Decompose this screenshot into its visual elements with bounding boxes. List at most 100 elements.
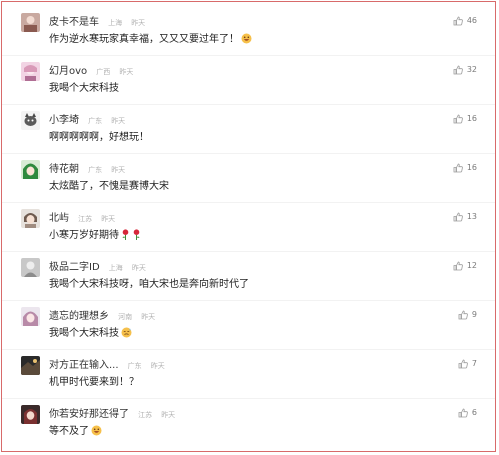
like-count: 32 [466,65,477,74]
avatar[interactable] [21,13,40,32]
comment-item: 极品二字ID 上海 昨天 我喝个大宋科技呀，咱大宋也是奔向新时代了 12 [2,252,495,301]
like-count: 6 [471,408,477,417]
like-button[interactable]: 9 [458,309,477,321]
avatar[interactable] [21,111,40,130]
location: 江苏 [78,215,93,223]
location: 上海 [108,19,123,27]
comment-body: 小寒万岁好期待 [49,230,119,241]
username[interactable]: 对方正在输入... [49,360,119,371]
like-count: 16 [466,163,477,172]
timestamp: 昨天 [161,411,176,419]
rose-emoji-icon [132,229,141,245]
comment-item: 北屿 江苏 昨天 小寒万岁好期待 13 [2,203,495,252]
thumbs-up-icon [453,65,463,75]
like-button[interactable]: 46 [453,15,477,27]
comment-meta: 皮卡不是车 上海 昨天 [49,13,146,28]
comment-body: 啊啊啊啊啊，好想玩！ [49,132,149,143]
username[interactable]: 极品二字ID [49,262,100,273]
thumbs-up-icon [453,114,463,124]
location: 广东 [88,166,103,174]
avatar[interactable] [21,307,40,326]
avatar[interactable] [21,62,40,81]
location: 广东 [127,362,142,370]
avatar[interactable] [21,405,40,424]
like-count: 9 [471,310,477,319]
comment-meta: 小李埼 广东 昨天 [49,111,126,126]
comment-text: 机甲时代要来到！？ [49,376,139,390]
comment-meta: 对方正在输入... 广东 昨天 [49,356,165,371]
like-button[interactable]: 16 [453,162,477,174]
like-button[interactable]: 13 [453,211,477,223]
comment-item: 幻月ovo 广西 昨天 我喝个大宋科技 32 [2,56,495,105]
sweat-emoji-icon [121,327,132,343]
comment-item: 对方正在输入... 广东 昨天 机甲时代要来到！？ 7 [2,350,495,399]
thumbs-up-icon [453,261,463,271]
comment-text: 我喝个大宋科技呀，咱大宋也是奔向新时代了 [49,278,249,292]
location: 江苏 [138,411,153,419]
comment-text: 等不及了 [49,425,102,441]
like-button[interactable]: 32 [453,64,477,76]
timestamp: 昨天 [111,117,126,125]
comment-meta: 北屿 江苏 昨天 [49,209,116,224]
comment-item: 你若安好那还得了 江苏 昨天 等不及了 6 [2,399,495,448]
comment-item: 遗忘的理想乡 河南 昨天 我喝个大宋科技 9 [2,301,495,350]
comment-body: 作为逆水寒玩家真幸福，又又又要过年了！ [49,34,239,45]
grin-emoji-icon [241,33,252,49]
timestamp: 昨天 [131,19,146,27]
like-count: 46 [466,16,477,25]
comment-body: 我喝个大宋科技呀，咱大宋也是奔向新时代了 [49,279,249,290]
location: 上海 [108,264,123,272]
comment-item: 小李埼 广东 昨天 啊啊啊啊啊，好想玩！ 16 [2,105,495,154]
avatar[interactable] [21,209,40,228]
comment-text: 啊啊啊啊啊，好想玩！ [49,131,149,145]
thumbs-up-icon [453,212,463,222]
avatar[interactable] [21,160,40,179]
username[interactable]: 幻月ovo [49,66,87,77]
comment-body: 我喝个大宋科技 [49,83,119,94]
like-button[interactable]: 6 [458,407,477,419]
like-button[interactable]: 12 [453,260,477,272]
thumbs-up-icon [458,408,468,418]
grin-emoji-icon [91,425,102,441]
username[interactable]: 北屿 [49,213,69,224]
location: 广东 [88,117,103,125]
comment-text: 我喝个大宋科技 [49,82,119,96]
avatar[interactable] [21,258,40,277]
timestamp: 昨天 [111,166,126,174]
like-count: 13 [466,212,477,221]
comment-body: 等不及了 [49,426,89,437]
timestamp: 昨天 [131,264,146,272]
like-count: 16 [466,114,477,123]
username[interactable]: 待花朝 [49,164,79,175]
timestamp: 昨天 [150,362,165,370]
comment-item: 皮卡不是车 上海 昨天 作为逆水寒玩家真幸福，又又又要过年了！ 46 [2,7,495,56]
comment-body: 机甲时代要来到！？ [49,377,139,388]
location: 广西 [96,68,111,76]
like-button[interactable]: 16 [453,113,477,125]
username[interactable]: 皮卡不是车 [49,17,99,28]
comment-body: 我喝个大宋科技 [49,328,119,339]
comment-meta: 极品二字ID 上海 昨天 [49,258,146,273]
comment-body: 太炫酷了，不愧是赛博大宋 [49,181,169,192]
timestamp: 昨天 [101,215,116,223]
thumbs-up-icon [453,16,463,26]
like-count: 12 [466,261,477,270]
timestamp: 昨天 [141,313,156,321]
timestamp: 昨天 [119,68,134,76]
comment-text: 小寒万岁好期待 [49,229,141,245]
username[interactable]: 遗忘的理想乡 [49,311,109,322]
like-button[interactable]: 7 [458,358,477,370]
username[interactable]: 你若安好那还得了 [49,409,129,420]
location: 河南 [118,313,133,321]
comment-meta: 幻月ovo 广西 昨天 [49,62,134,77]
comment-meta: 你若安好那还得了 江苏 昨天 [49,405,176,420]
like-count: 7 [471,359,477,368]
avatar[interactable] [21,356,40,375]
comment-text: 作为逆水寒玩家真幸福，又又又要过年了！ [49,33,252,49]
rose-emoji-icon [121,229,130,245]
comment-meta: 遗忘的理想乡 河南 昨天 [49,307,156,322]
comment-meta: 待花朝 广东 昨天 [49,160,126,175]
username[interactable]: 小李埼 [49,115,79,126]
comment-panel: 皮卡不是车 上海 昨天 作为逆水寒玩家真幸福，又又又要过年了！ 46 幻月ovo… [1,1,496,452]
comment-text: 太炫酷了，不愧是赛博大宋 [49,180,169,194]
